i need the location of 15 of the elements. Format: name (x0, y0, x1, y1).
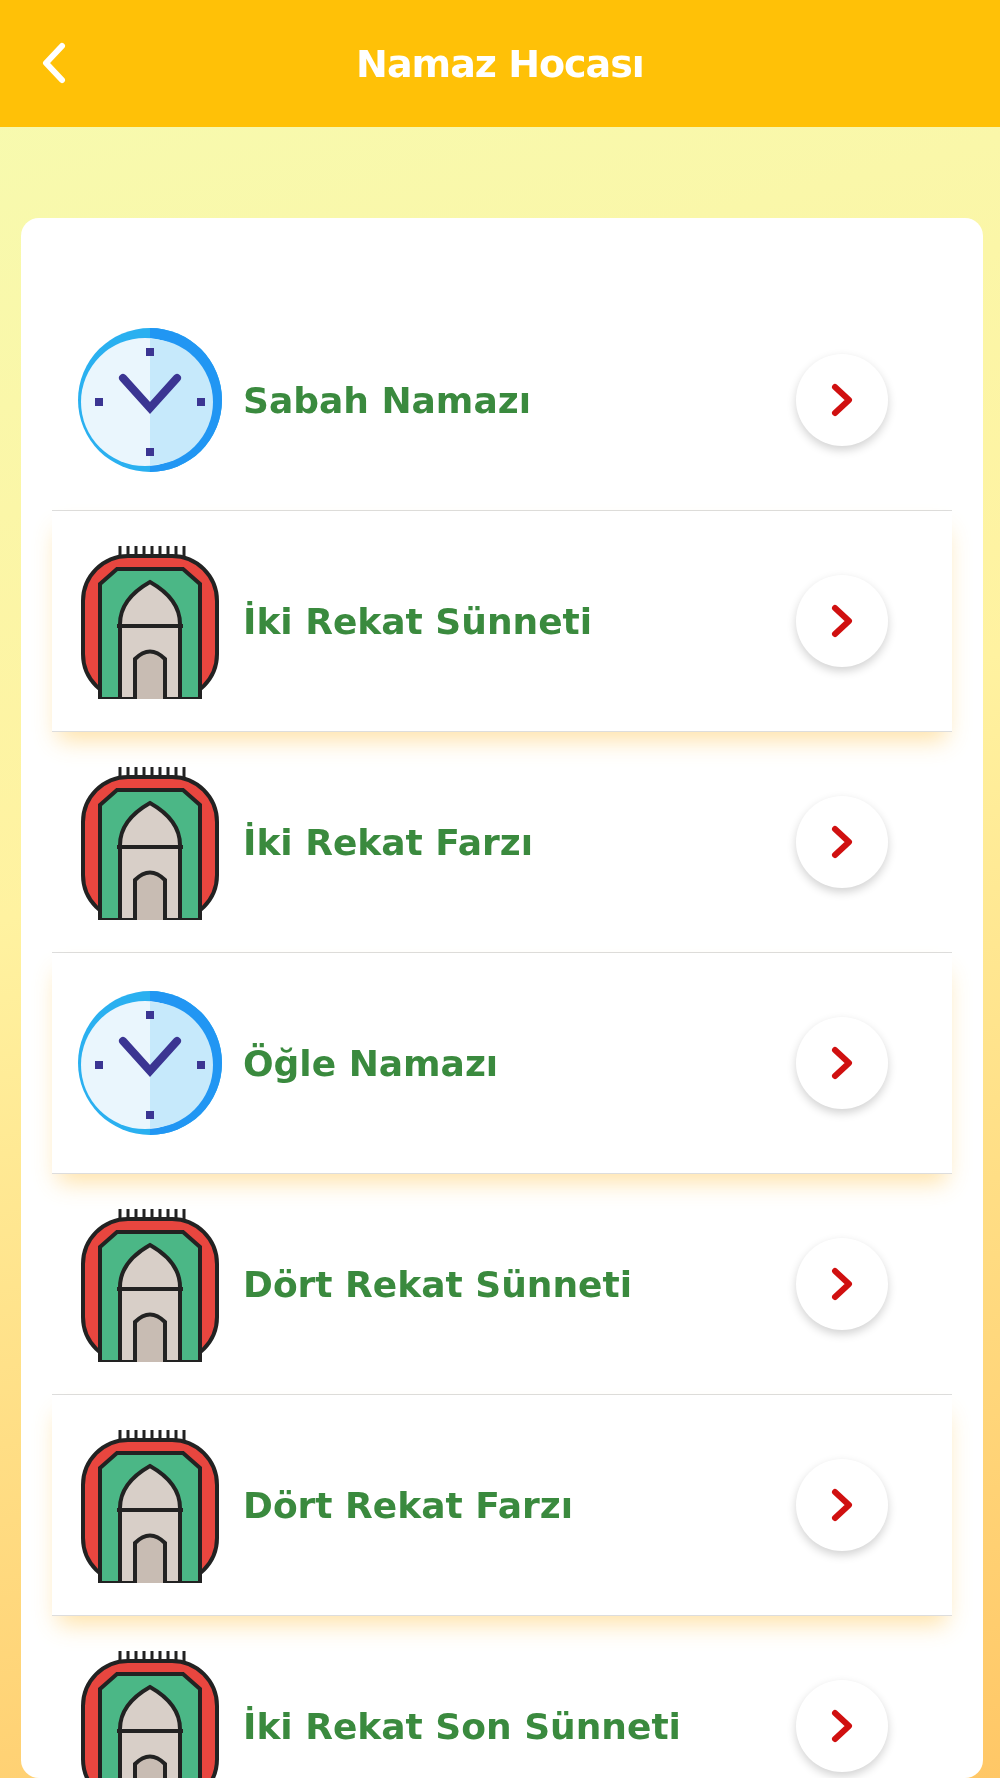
list-item[interactable]: İki Rekat Farzı (52, 732, 952, 953)
screen-title: Namaz Hocası (356, 41, 644, 86)
item-label: Sabah Namazı (243, 379, 532, 421)
item-label: İki Rekat Farzı (243, 821, 535, 863)
item-label: Öğle Namazı (243, 1042, 500, 1084)
item-label: Dört Rekat Sünneti (243, 1263, 633, 1305)
item-label: İki Rekat Son Sünneti (243, 1705, 682, 1747)
list-item[interactable]: İki Rekat Sünneti (52, 511, 952, 732)
list-item[interactable]: Dört Rekat Farzı (52, 1395, 952, 1616)
item-label: Dört Rekat Farzı (243, 1484, 575, 1526)
list-item[interactable]: Öğle Namazı (52, 953, 952, 1174)
list-item[interactable]: Dört Rekat Sünneti (52, 1174, 952, 1395)
list-item[interactable]: İki Rekat Son Sünneti (52, 1616, 952, 1778)
list-item[interactable]: Sabah Namazı (52, 290, 952, 511)
item-label: İki Rekat Sünneti (243, 600, 594, 642)
